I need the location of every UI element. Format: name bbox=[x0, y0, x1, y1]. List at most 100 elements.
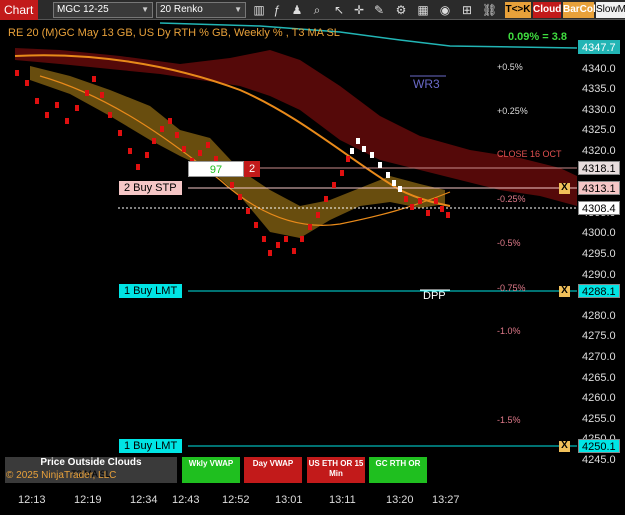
renko-brick bbox=[346, 156, 350, 162]
zoom-icon[interactable]: ⌕ bbox=[310, 3, 324, 17]
draw-tool-icon[interactable]: ✎ bbox=[372, 3, 386, 17]
strategy-icon[interactable]: ♟ bbox=[290, 3, 304, 17]
renko-brick bbox=[45, 112, 49, 118]
pointer-icon[interactable]: ↖ bbox=[332, 3, 346, 17]
price-tick-label: 4300.0 bbox=[582, 227, 616, 240]
renko-brick bbox=[284, 236, 288, 242]
cancel-buy-lmt-1-button[interactable]: X bbox=[559, 286, 570, 297]
template-icon[interactable]: ▦ bbox=[416, 3, 430, 17]
renko-brick bbox=[136, 164, 140, 170]
wr3-label: WR3 bbox=[413, 77, 440, 91]
pct-label: -0.75% bbox=[497, 283, 526, 293]
pct-label: +0.5% bbox=[497, 62, 523, 72]
price-outside-clouds-label: Price Outside Clouds bbox=[40, 457, 142, 468]
buy-lmt-order-2[interactable]: 1 Buy LMT bbox=[119, 439, 183, 453]
pct-label: -1.5% bbox=[497, 415, 521, 425]
time-tick-label: 12:43 bbox=[172, 494, 200, 506]
time-tick-label: 12:52 bbox=[222, 494, 250, 506]
renko-brick bbox=[316, 212, 320, 218]
price-tick-label: 4270.0 bbox=[582, 351, 616, 363]
time-tick-label: 13:20 bbox=[386, 494, 414, 506]
bar-chart-icon[interactable]: ▥ bbox=[252, 3, 266, 17]
us-eth-or-button[interactable]: US ETH OR 15 Min bbox=[307, 457, 365, 483]
day-vwap-button[interactable]: Day VWAP bbox=[244, 457, 302, 483]
renko-brick bbox=[410, 204, 414, 210]
cancel-buy-lmt-2-button[interactable]: X bbox=[559, 441, 570, 452]
link-icon[interactable]: ⛓ bbox=[482, 3, 497, 17]
renko-brick bbox=[145, 152, 149, 158]
price-tick-label: 4245.0 bbox=[582, 454, 616, 466]
renko-brick bbox=[168, 118, 172, 124]
renko-brick bbox=[92, 76, 96, 82]
pct-label: +0.25% bbox=[497, 106, 528, 116]
chart-toolbar: Chart MGC 12-25 ▼ 20 Renko ▼ ▥ ƒ ♟ ⌕ ↖ ✛ ✎… bbox=[0, 0, 625, 20]
crosshair-icon[interactable]: ✛ bbox=[352, 3, 366, 17]
indicator-icon[interactable]: ƒ bbox=[270, 3, 284, 17]
price-tick-label: 4325.0 bbox=[582, 124, 616, 137]
price-tick-label: 4280.0 bbox=[582, 309, 616, 322]
chevron-down-icon: ▼ bbox=[141, 5, 149, 14]
buy-stp-order[interactable]: 2 Buy STP bbox=[119, 181, 182, 195]
upper-band-price: 4347.7 bbox=[578, 40, 620, 54]
chart-plot-area[interactable] bbox=[0, 20, 577, 488]
renko-brick bbox=[362, 146, 366, 152]
renko-brick bbox=[446, 212, 450, 218]
renko-brick bbox=[378, 162, 382, 168]
price-tick-label: 4335.0 bbox=[582, 83, 616, 96]
time-tick-label: 12:19 bbox=[74, 494, 102, 506]
renko-brick bbox=[426, 210, 430, 216]
properties-icon[interactable]: ⚙ bbox=[394, 3, 408, 17]
price-tick-label: 4290.0 bbox=[582, 268, 616, 281]
renko-brick bbox=[300, 236, 304, 242]
time-tick-label: 13:01 bbox=[275, 494, 303, 506]
chart-tab[interactable]: Chart bbox=[0, 0, 38, 20]
renko-brick bbox=[100, 92, 104, 98]
renko-brick bbox=[160, 126, 164, 132]
renko-brick bbox=[118, 130, 122, 136]
chevron-down-icon: ▼ bbox=[234, 5, 242, 14]
time-tick-label: 13:11 bbox=[329, 494, 356, 506]
renko-brick bbox=[152, 138, 156, 144]
slowma-button[interactable]: SlowM bbox=[596, 2, 625, 18]
renko-brick bbox=[108, 112, 112, 118]
renko-brick bbox=[254, 222, 258, 228]
renko-brick bbox=[324, 196, 328, 202]
renko-brick bbox=[35, 98, 39, 104]
buy-lmt-2-price: 4250.1 bbox=[578, 439, 620, 453]
time-tick-label: 12:34 bbox=[130, 494, 158, 506]
camera-icon[interactable]: ◉ bbox=[438, 3, 452, 17]
bar-type-selector[interactable]: 20 Renko ▼ bbox=[156, 2, 246, 18]
price-tick-label: 4330.0 bbox=[582, 103, 616, 116]
time-tick-label: 13:27 bbox=[432, 494, 460, 506]
instrument-selector[interactable]: MGC 12-25 ▼ bbox=[53, 2, 153, 18]
renko-brick bbox=[268, 250, 272, 256]
renko-brick bbox=[128, 148, 132, 154]
barcol-button[interactable]: BarCol bbox=[563, 2, 596, 18]
time-tick-label: 12:13 bbox=[18, 494, 46, 506]
cloud-button[interactable]: Cloud bbox=[533, 2, 561, 18]
instrument-value: MGC 12-25 bbox=[57, 4, 109, 15]
position-qty[interactable]: 97 bbox=[188, 161, 244, 177]
pct-label: -0.5% bbox=[497, 238, 521, 248]
change-readout: 0.09% = 3.8 bbox=[508, 31, 568, 43]
tkt-button[interactable]: T<>K bbox=[505, 2, 531, 18]
renko-brick bbox=[75, 105, 79, 111]
position-count[interactable]: 2 bbox=[244, 161, 260, 177]
renko-brick bbox=[386, 172, 390, 178]
gc-rth-or-button[interactable]: GC RTH OR bbox=[369, 457, 427, 483]
pct-label: -1.0% bbox=[497, 326, 521, 336]
buy-lmt-order-1[interactable]: 1 Buy LMT bbox=[119, 284, 183, 298]
price-tick-label: 4320.0 bbox=[582, 145, 616, 157]
renko-brick bbox=[198, 150, 202, 156]
renko-brick bbox=[15, 70, 19, 76]
renko-brick bbox=[206, 142, 210, 148]
price-tick-label: 4265.0 bbox=[582, 371, 616, 384]
price-tick-label: 4295.0 bbox=[582, 248, 616, 260]
layout-icon[interactable]: ⊞ bbox=[460, 3, 474, 17]
renko-brick bbox=[332, 182, 336, 188]
renko-brick bbox=[175, 132, 179, 138]
wkly-vwap-button[interactable]: Wkly VWAP bbox=[182, 457, 240, 483]
cancel-buy-stp-button[interactable]: X bbox=[559, 183, 570, 194]
renko-brick bbox=[262, 236, 266, 242]
renko-brick bbox=[230, 182, 234, 188]
